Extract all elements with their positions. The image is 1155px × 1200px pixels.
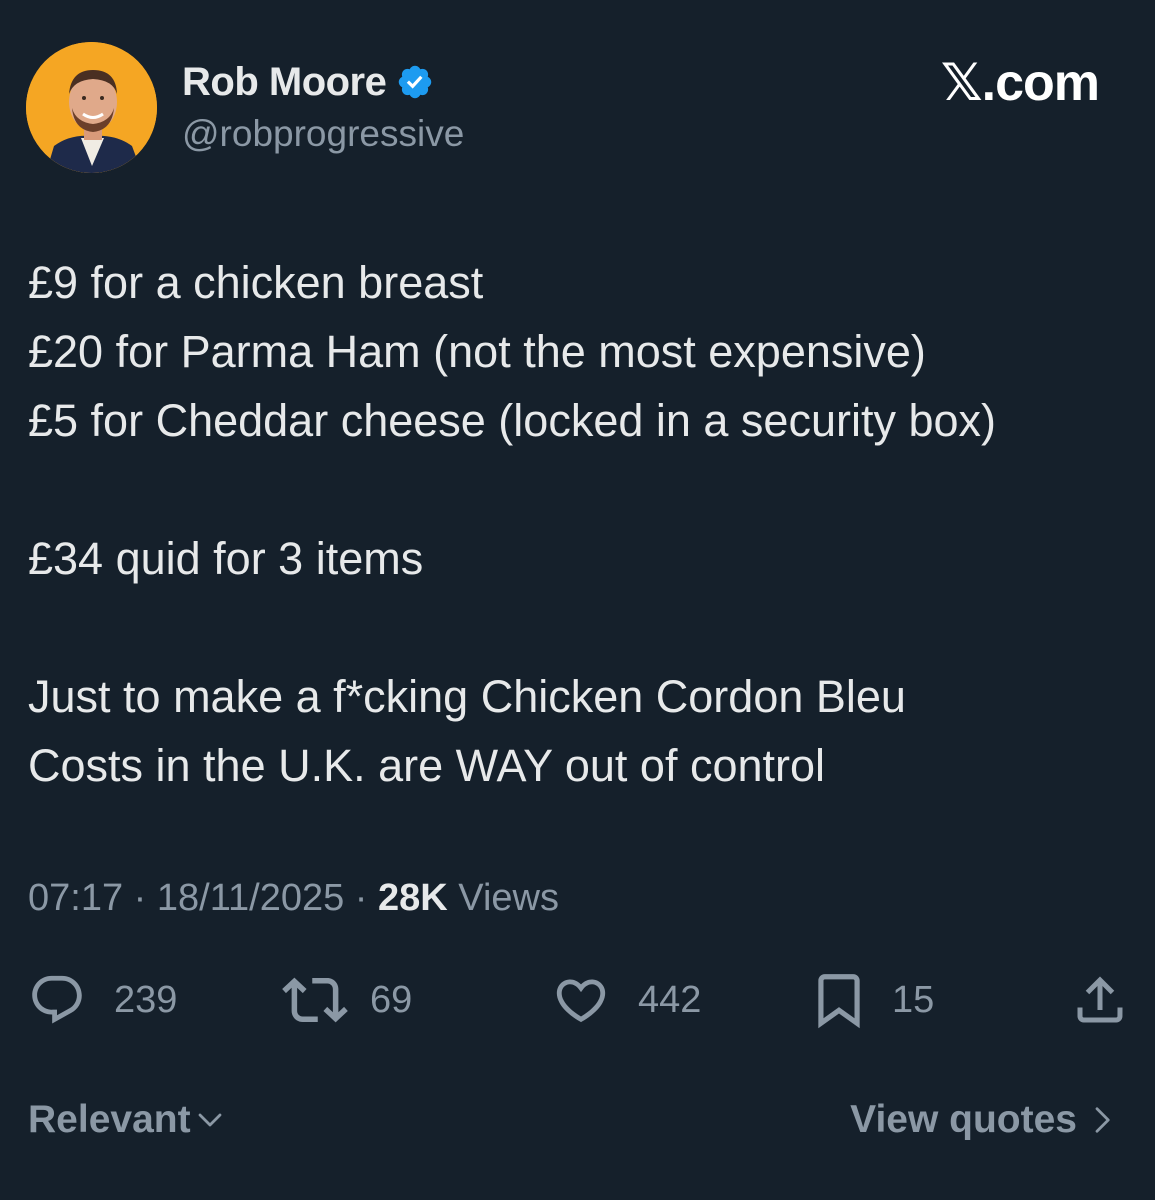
tweet-line: Just to make a f*cking Chicken Cordon Bl… xyxy=(28,671,906,722)
views-label: Views xyxy=(447,877,559,919)
meta-separator: · xyxy=(123,877,157,919)
repost-count: 69 xyxy=(370,978,413,1021)
tweet-meta: 07:17 · 18/11/2025 · 28K Views xyxy=(28,872,559,924)
views-count: 28K xyxy=(378,877,448,919)
sort-replies-dropdown[interactable]: Relevant xyxy=(28,1094,225,1146)
avatar-photo xyxy=(26,42,157,173)
repost-arrows-icon xyxy=(282,977,348,1023)
chevron-right-icon xyxy=(1095,1107,1110,1133)
share-upload-icon xyxy=(1077,976,1123,1023)
share-button[interactable] xyxy=(1070,968,1130,1032)
heart-icon xyxy=(556,979,606,1023)
tweet-line: Costs in the U.K. are WAY out of control xyxy=(28,740,826,791)
repost-button[interactable]: 69 xyxy=(282,968,412,1032)
reply-count: 239 xyxy=(114,978,178,1021)
tweet-line: £34 quid for 3 items xyxy=(28,533,424,584)
chevron-down-icon xyxy=(198,1113,221,1127)
tweet-line: £9 for a chicken breast xyxy=(28,257,484,308)
brand-logo: 𝕏.com xyxy=(940,54,1100,112)
bookmark-icon xyxy=(818,974,860,1029)
bookmark-button[interactable]: 15 xyxy=(808,968,934,1032)
speech-bubble-icon xyxy=(32,975,82,1024)
avatar[interactable] xyxy=(26,42,157,173)
author-handle[interactable]: @robprogressive xyxy=(182,110,464,158)
tweet-date[interactable]: 18/11/2025 xyxy=(157,877,344,919)
tweet-text: £9 for a chicken breast £20 for Parma Ha… xyxy=(28,248,1128,800)
meta-separator: · xyxy=(344,877,379,919)
tweet-line: £5 for Cheddar cheese (locked in a secur… xyxy=(28,395,997,446)
reply-button[interactable]: 239 xyxy=(28,968,177,1032)
view-quotes-label: View quotes xyxy=(850,1098,1077,1141)
view-quotes-link[interactable]: View quotes xyxy=(850,1094,1117,1146)
like-count: 442 xyxy=(638,978,702,1021)
author-name-row[interactable]: Rob Moore xyxy=(182,55,434,109)
like-button[interactable]: 442 xyxy=(552,968,701,1032)
bookmark-count: 15 xyxy=(892,978,935,1021)
display-name[interactable]: Rob Moore xyxy=(182,60,387,105)
tweet-line: £20 for Parma Ham (not the most expensiv… xyxy=(28,326,926,377)
sort-label: Relevant xyxy=(28,1098,191,1141)
verified-badge-icon xyxy=(399,65,432,99)
tweet-time[interactable]: 07:17 xyxy=(28,877,123,919)
